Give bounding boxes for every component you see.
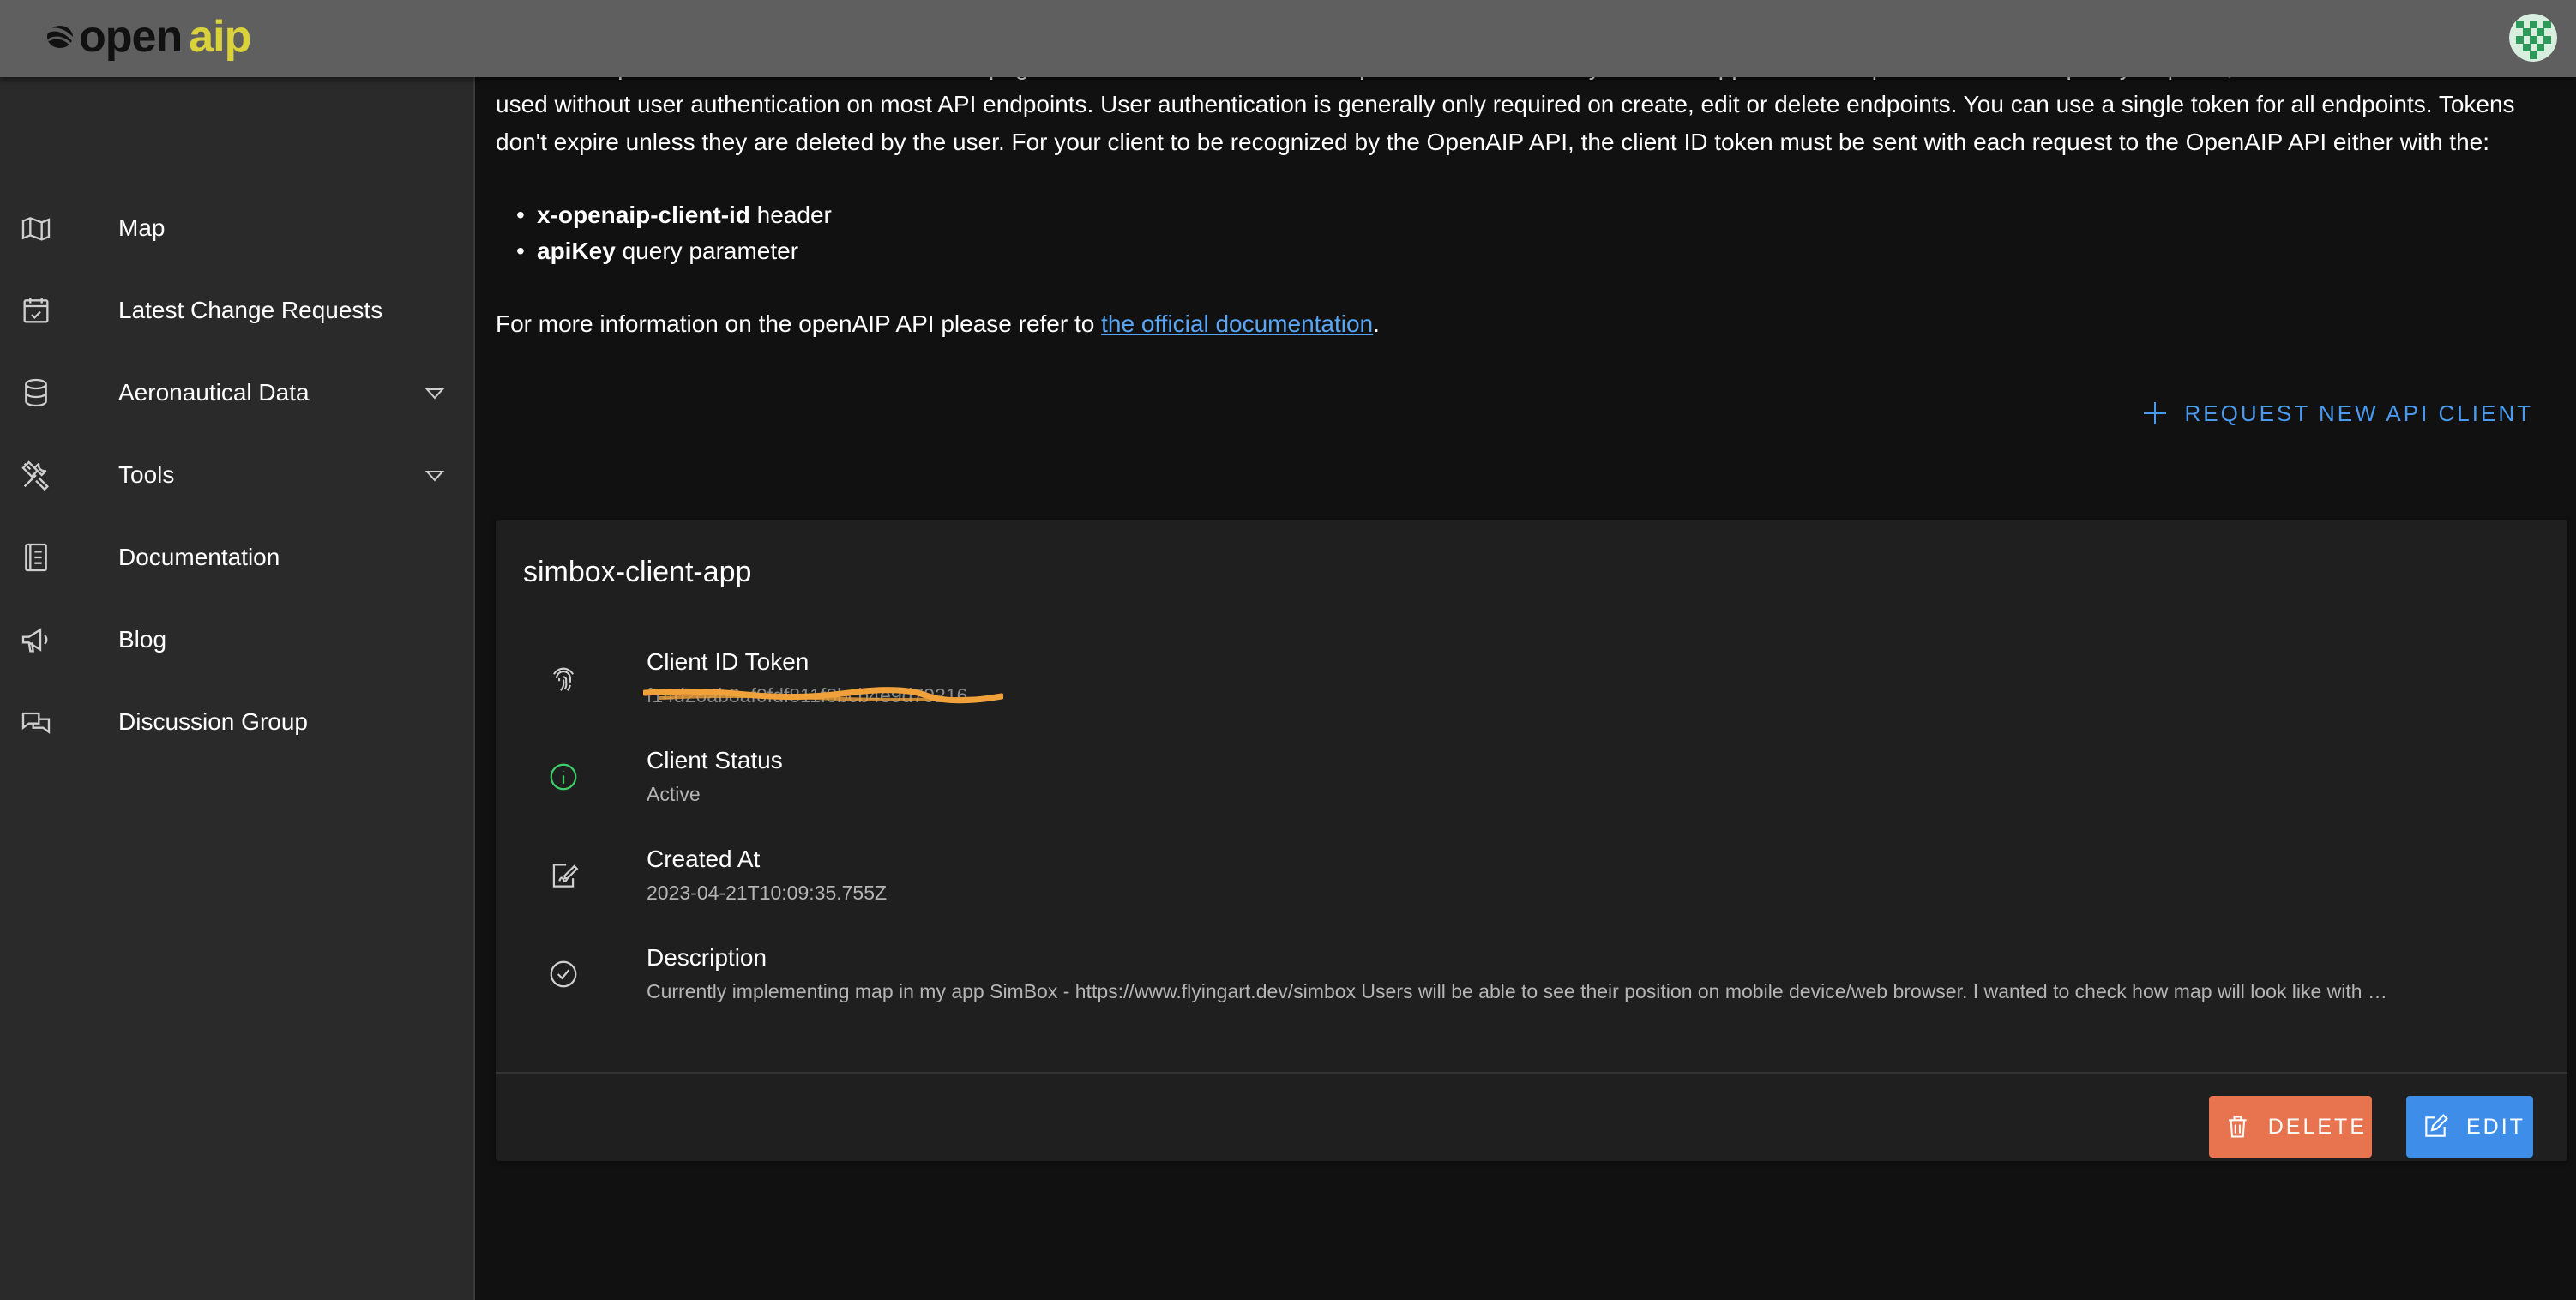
more-info-prefix: For more information on the openAIP API … xyxy=(496,310,1102,337)
client-name: simbox-client-app xyxy=(523,556,752,588)
request-new-api-client-button[interactable]: REQUEST NEW API CLIENT xyxy=(2137,394,2538,432)
sidebar-item-label: Documentation xyxy=(118,544,280,570)
chevron-down-icon[interactable] xyxy=(424,466,446,484)
plus-icon xyxy=(2143,402,2166,424)
row-label: Client ID Token xyxy=(647,648,810,675)
row-label: Description xyxy=(647,944,767,971)
top-bar: open aip xyxy=(0,0,2576,77)
card-divider xyxy=(496,1072,2567,1074)
signature-icon xyxy=(552,864,579,888)
created-at-value: 2023-04-21T10:09:35.755Z xyxy=(647,882,888,904)
list-item: apiKey query parameter xyxy=(516,233,832,269)
sidebar-item-label: Latest Change Requests xyxy=(118,297,383,323)
avatar-pattern-icon xyxy=(2509,14,2557,62)
param-list: x-openaip-client-id header apiKey query … xyxy=(496,197,832,269)
list-item: x-openaip-client-id header xyxy=(516,197,832,233)
created-at-row: Created At 2023-04-21T10:09:35.755Z xyxy=(496,846,2567,931)
book-icon xyxy=(25,543,47,572)
sidebar-item-label: Discussion Group xyxy=(118,708,308,735)
client-status-row: Client Status Active xyxy=(496,747,2567,833)
row-label: Created At xyxy=(647,846,761,872)
client-status-value: Active xyxy=(647,783,701,805)
api-client-card: simbox-client-app Client ID Token f14d20… xyxy=(496,520,2567,1161)
sidebar-item-label: Blog xyxy=(118,626,167,653)
client-id-token-row: Client ID Token f14d20ab8af0fdf811f8bcb4… xyxy=(496,648,2567,734)
documentation-link[interactable]: the official documentation xyxy=(1101,310,1373,337)
description-value: Currently implementing map in my app Sim… xyxy=(647,980,2387,1002)
param-name: apiKey xyxy=(537,238,616,264)
sidebar-item-label: Aeronautical Data xyxy=(118,379,310,406)
edit-button-label: EDIT xyxy=(2466,1114,2525,1139)
logo-mark-icon xyxy=(45,26,75,48)
sidebar-item-aeronautical-data[interactable]: Aeronautical Data xyxy=(0,352,473,434)
main-content: You can request an API client ID token o… xyxy=(496,53,2567,1300)
trash-icon xyxy=(2229,1116,2247,1138)
param-desc: query parameter xyxy=(615,238,799,264)
tools-icon xyxy=(21,460,49,491)
sidebar-item-label: Tools xyxy=(118,461,175,488)
param-name: x-openaip-client-id xyxy=(537,202,750,228)
database-icon xyxy=(25,378,47,407)
sidebar-item-documentation[interactable]: Documentation xyxy=(0,516,473,599)
logo-text-open: open xyxy=(79,12,183,62)
delete-button-label: DELETE xyxy=(2267,1114,2367,1139)
sidebar-item-label: Map xyxy=(118,214,166,241)
megaphone-icon xyxy=(21,628,48,653)
info-icon xyxy=(550,763,577,791)
calendar-check-icon xyxy=(23,298,49,323)
row-label: Client Status xyxy=(647,747,783,773)
fingerprint-icon xyxy=(553,667,574,691)
user-avatar[interactable] xyxy=(2509,14,2557,62)
openaip-logo[interactable]: open aip xyxy=(43,7,251,67)
param-desc: header xyxy=(749,202,832,228)
sidebar-item-tools[interactable]: Tools xyxy=(0,434,473,516)
sidebar-item-latest-change-requests[interactable]: Latest Change Requests xyxy=(0,269,473,352)
sidebar: Map Latest Change Requests Aeronautical … xyxy=(0,77,475,1300)
edit-button[interactable]: EDIT xyxy=(2406,1096,2533,1158)
logo-text-aip: aip xyxy=(189,12,251,62)
chevron-down-icon[interactable] xyxy=(424,384,446,401)
edit-icon xyxy=(2425,1114,2448,1137)
map-icon xyxy=(21,217,51,241)
sidebar-item-discussion-group[interactable]: Discussion Group xyxy=(0,681,473,763)
more-info-suffix: . xyxy=(1373,310,1380,337)
redaction-scribble xyxy=(643,687,1003,704)
more-info-text: For more information on the openAIP API … xyxy=(496,305,1380,343)
description-row: Description Currently implementing map i… xyxy=(496,944,2567,1030)
sidebar-item-map[interactable]: Map xyxy=(0,187,473,269)
request-button-label: REQUEST NEW API CLIENT xyxy=(2184,400,2533,426)
delete-button[interactable]: DELETE xyxy=(2209,1096,2372,1158)
sidebar-item-blog[interactable]: Blog xyxy=(0,599,473,681)
chat-icon xyxy=(21,712,51,734)
check-circle-icon xyxy=(550,960,577,988)
